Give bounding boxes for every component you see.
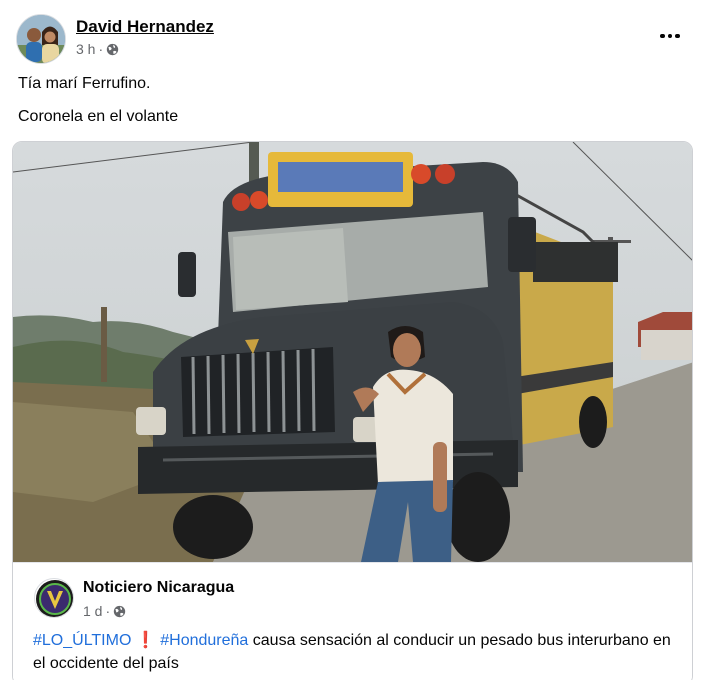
more-horizontal-icon [660, 33, 665, 39]
post-meta: 3 h · [76, 41, 119, 57]
globe-icon[interactable] [113, 605, 126, 618]
author-avatar[interactable] [16, 14, 66, 64]
shared-post-time[interactable]: 1 d [83, 603, 102, 619]
shared-post-meta: 1 d · [83, 603, 126, 619]
hashtag-link[interactable]: #Hondureña [160, 632, 248, 649]
hashtag-link[interactable]: #LO_ÚLTIMO [33, 632, 131, 649]
exclamation-icon: ❗ [135, 632, 156, 649]
post-time[interactable]: 3 h [76, 41, 95, 57]
post-text-line: Coronela en el volante [18, 108, 179, 125]
shared-post-info: Noticiero Nicaragua 1 d · #LO_ÚLTIMO ❗ #… [13, 562, 692, 680]
shared-post-text: #LO_ÚLTIMO ❗ #Hondureña causa sensación … [33, 629, 683, 675]
shared-link-card[interactable]: Noticiero Nicaragua 1 d · #LO_ÚLTIMO ❗ #… [12, 141, 693, 680]
globe-icon[interactable] [106, 43, 119, 56]
page-name[interactable]: Noticiero Nicaragua [83, 579, 234, 597]
post-text-line: Tía marí Ferrufino. [18, 75, 151, 92]
post-header: David Hernandez 3 h · [16, 14, 688, 64]
page-avatar[interactable] [34, 578, 74, 618]
author-name[interactable]: David Hernandez [76, 17, 214, 37]
more-options-button[interactable] [652, 22, 688, 50]
shared-photo[interactable] [13, 142, 693, 562]
